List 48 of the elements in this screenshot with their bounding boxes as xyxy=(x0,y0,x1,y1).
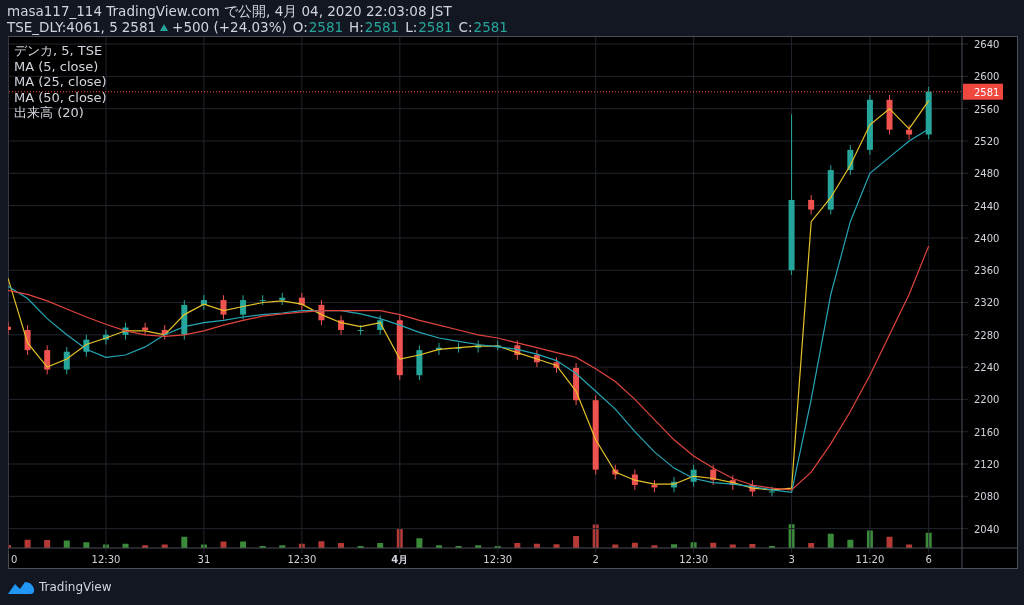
x-axis-label: 12:30 xyxy=(287,554,317,565)
x-axis-label: 2 xyxy=(592,554,599,565)
x-axis-label: 11:20 xyxy=(855,554,885,565)
brand-name: TradingView xyxy=(39,580,112,594)
x-axis-label: 6 xyxy=(925,554,932,565)
y-axis-label: 2200 xyxy=(974,394,1000,406)
y-axis-label: 2640 xyxy=(974,39,1000,51)
y-axis-label: 2080 xyxy=(974,491,1000,503)
legend-item: MA (5, close) xyxy=(14,58,99,74)
x-axis-label: 12:30 xyxy=(483,554,513,565)
y-axis-label: 2480 xyxy=(974,168,1000,180)
ohlc-value: 2581 xyxy=(473,19,508,35)
y-axis-label: 2240 xyxy=(974,362,1000,374)
x-axis-label: 0 xyxy=(11,554,18,565)
ohlc-value: 2581 xyxy=(308,19,344,35)
last-price: 2581 xyxy=(121,19,157,35)
price-change: +500 (+24.03%) xyxy=(172,19,287,35)
x-axis-label: 4月 xyxy=(391,554,409,565)
y-axis-label: 2040 xyxy=(974,523,1000,535)
legend-item: MA (25, close) xyxy=(14,74,107,89)
y-axis-label: 2120 xyxy=(974,459,1000,470)
x-axis-label: 12:30 xyxy=(679,554,709,565)
y-axis-label: 2600 xyxy=(974,71,1000,83)
legend-item: 出来高 (20) xyxy=(14,105,84,120)
y-axis-label: 2520 xyxy=(974,136,1000,147)
ohlc-label: L: xyxy=(405,19,418,35)
x-axis-label: 31 xyxy=(197,554,211,565)
ref-line-label: 2581 xyxy=(974,86,1000,98)
x-axis-label: 12:30 xyxy=(91,554,121,565)
x-axis-label: 3 xyxy=(788,554,795,565)
cloud-logo-icon xyxy=(6,579,36,595)
legend-item: MA (50, close) xyxy=(14,89,107,105)
ohlc-label: C: xyxy=(458,19,473,35)
y-axis-label: 2320 xyxy=(974,297,1000,309)
ohlc-value: 2581 xyxy=(418,19,453,35)
symbol-info: TSE_DLY:4061, 5 xyxy=(7,19,118,35)
legend-item: デンカ, 5, TSE xyxy=(14,43,103,58)
y-axis-label: 2280 xyxy=(974,329,1000,341)
y-axis-label: 2400 xyxy=(974,232,1000,244)
y-axis-label: 2360 xyxy=(974,265,1000,277)
y-axis-label: 2560 xyxy=(974,103,1000,115)
up-triangle-icon xyxy=(160,22,169,32)
ohlc-label: H: xyxy=(349,19,364,35)
publish-info: masa117_114 TradingView.com で公開, 4月 04, 2020 22:03:08 JST xyxy=(7,3,453,19)
ohlc-label: O: xyxy=(292,19,308,35)
y-axis-label: 2160 xyxy=(974,426,1000,438)
ohlc-value: 2581 xyxy=(364,19,400,35)
y-axis-label: 2440 xyxy=(974,200,1000,212)
